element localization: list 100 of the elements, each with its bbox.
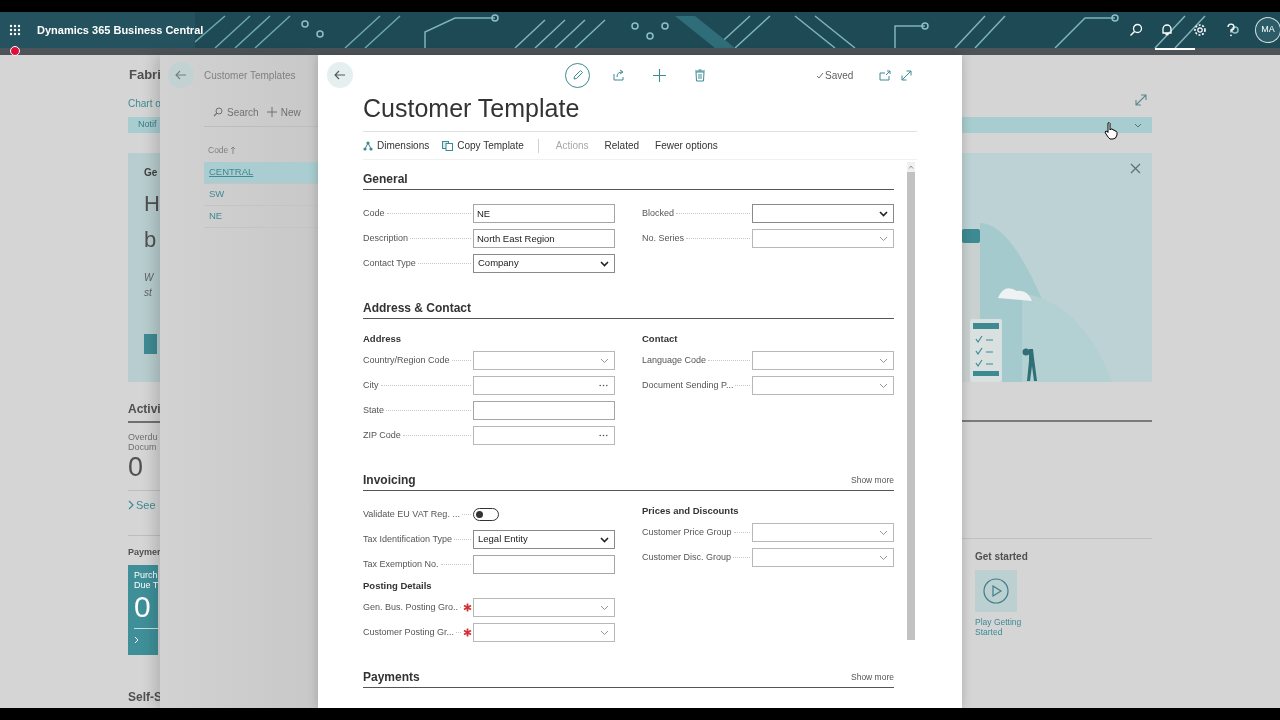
field-label: Country/Region Code bbox=[363, 353, 450, 367]
dropdown-field[interactable] bbox=[752, 548, 894, 567]
input-field[interactable]: NE bbox=[473, 204, 615, 223]
copy-icon bbox=[442, 140, 454, 151]
field-label: Code bbox=[363, 206, 385, 220]
chevron-down-icon bbox=[879, 529, 888, 536]
menu-tab[interactable]: Related bbox=[604, 138, 640, 153]
chevron-down-icon bbox=[600, 536, 609, 543]
cue-tile[interactable]: Purch Due T 0 bbox=[128, 564, 158, 655]
input-field[interactable]: North East Region bbox=[473, 229, 615, 248]
section-title: Self-S bbox=[128, 688, 162, 706]
share-icon[interactable] bbox=[613, 69, 626, 81]
app-launcher-icon[interactable] bbox=[9, 24, 21, 36]
more-icon[interactable] bbox=[599, 434, 608, 437]
subsection-title: Prices and Discounts bbox=[642, 503, 739, 518]
field-label: Blocked bbox=[642, 206, 675, 220]
menu-tab[interactable]: Fewer options bbox=[655, 138, 718, 153]
section-title[interactable]: Payments bbox=[363, 670, 420, 684]
dropdown-field[interactable] bbox=[752, 376, 894, 395]
field-label: Validate EU VAT Reg. ... bbox=[363, 507, 460, 521]
input-field[interactable] bbox=[473, 555, 615, 574]
dropdown-field[interactable] bbox=[752, 523, 894, 542]
toggle-switch[interactable] bbox=[473, 508, 499, 521]
saved-status: Saved bbox=[816, 67, 854, 83]
dropdown-field[interactable] bbox=[473, 623, 615, 642]
field-label: Contact Type bbox=[363, 256, 416, 270]
tile-caption: Purch bbox=[134, 569, 158, 580]
help-icon[interactable] bbox=[1226, 23, 1236, 37]
dropdown-field[interactable] bbox=[752, 229, 894, 248]
field-label: Description bbox=[363, 231, 409, 245]
headline-text: H bbox=[144, 189, 160, 218]
section-title[interactable]: General bbox=[363, 172, 408, 186]
page-title: Fabri bbox=[129, 66, 161, 84]
section-title[interactable]: Address & Contact bbox=[363, 301, 472, 315]
more-icon[interactable] bbox=[599, 384, 608, 387]
close-icon[interactable] bbox=[1130, 163, 1141, 174]
subtitle-text: st bbox=[144, 285, 152, 300]
dropdown-field[interactable] bbox=[752, 351, 894, 370]
play-tile[interactable] bbox=[975, 569, 1017, 612]
expand-icon[interactable] bbox=[1135, 94, 1147, 106]
field-label: Customer Disc. Group bbox=[642, 550, 732, 564]
notification-text: Notif bbox=[138, 117, 157, 131]
action-button[interactable]: Dimensions bbox=[363, 138, 430, 153]
chevron-down-icon[interactable] bbox=[1134, 122, 1142, 128]
dropdown-field[interactable] bbox=[752, 204, 894, 223]
bell-icon[interactable] bbox=[1160, 23, 1174, 37]
subsection-title: Contact bbox=[642, 331, 678, 346]
headline-button[interactable] bbox=[144, 333, 157, 354]
action-button[interactable]: Copy Template bbox=[442, 138, 524, 153]
cue-value: 0 bbox=[128, 451, 144, 482]
field-label: Language Code bbox=[642, 353, 707, 367]
show-more-link[interactable]: Show more bbox=[851, 474, 894, 487]
field-label: Tax Identification Type bbox=[363, 532, 452, 546]
section-title: Get started bbox=[975, 549, 1028, 564]
open-in-new-window-icon[interactable] bbox=[879, 69, 892, 81]
subsection-title: Posting Details bbox=[363, 578, 432, 593]
app-title[interactable]: Dynamics 365 Business Central bbox=[37, 21, 204, 39]
plus-icon bbox=[266, 107, 277, 117]
chevron-down-icon bbox=[600, 604, 609, 611]
settings-icon[interactable] bbox=[1193, 23, 1207, 37]
back-button[interactable] bbox=[168, 62, 194, 88]
chevron-down-icon bbox=[879, 382, 888, 389]
input-field[interactable] bbox=[473, 401, 615, 420]
headline-text: b bbox=[144, 225, 157, 254]
chevron-down-icon bbox=[879, 554, 888, 561]
pencil-icon bbox=[571, 69, 584, 81]
dimensions-icon bbox=[363, 140, 373, 151]
pointer-cursor-icon bbox=[1104, 122, 1118, 140]
subtitle-text: W bbox=[144, 270, 154, 285]
field-label: State bbox=[363, 403, 384, 417]
chevron-down-icon bbox=[600, 629, 609, 636]
input-field[interactable] bbox=[473, 376, 615, 395]
trash-icon[interactable] bbox=[695, 68, 705, 82]
show-more-link[interactable]: Show more bbox=[851, 671, 894, 684]
chevron-down-icon bbox=[600, 357, 609, 364]
search-icon bbox=[213, 107, 223, 117]
chevron-down-icon bbox=[600, 260, 609, 267]
dropdown-field[interactable] bbox=[473, 351, 615, 370]
section-title: Activi bbox=[128, 400, 161, 418]
dropdown-field[interactable]: Company bbox=[473, 254, 615, 273]
dropdown-field[interactable]: Legal Entity bbox=[473, 530, 615, 549]
scrollbar[interactable] bbox=[907, 162, 915, 640]
field-label: Customer Posting Gr... bbox=[363, 625, 455, 639]
back-arrow-icon bbox=[334, 70, 346, 80]
page-title: Customer Template bbox=[363, 93, 580, 123]
plus-icon[interactable] bbox=[653, 68, 666, 82]
play-icon bbox=[983, 577, 1009, 604]
field-label: Customer Price Group bbox=[642, 525, 732, 539]
dropdown-field[interactable] bbox=[473, 598, 615, 617]
chevron-right-icon bbox=[128, 499, 134, 510]
subsection-title: Address bbox=[363, 331, 401, 346]
section-title[interactable]: Invoicing bbox=[363, 473, 416, 487]
search-icon[interactable] bbox=[1129, 23, 1143, 37]
field-label: No. Series bbox=[642, 231, 685, 245]
back-button[interactable] bbox=[327, 62, 353, 88]
chevron-down-icon bbox=[879, 235, 888, 242]
cue-caption: Overdu bbox=[128, 431, 158, 442]
input-field[interactable] bbox=[473, 426, 615, 445]
expand-icon[interactable] bbox=[901, 69, 913, 81]
field-label: Tax Exemption No. bbox=[363, 557, 439, 571]
